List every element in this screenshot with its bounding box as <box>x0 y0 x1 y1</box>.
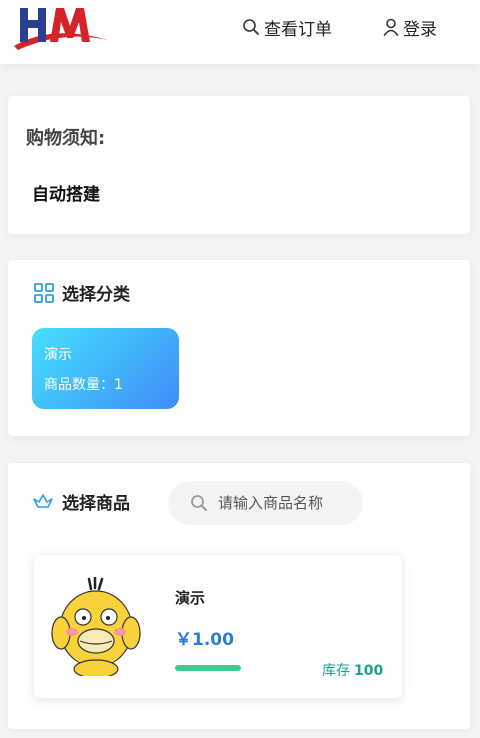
stock-label: 库存 <box>322 663 350 679</box>
product-card[interactable]: 演示 ￥1.00 库存 100 <box>34 555 402 698</box>
search-icon <box>191 495 207 511</box>
logo-swoosh <box>14 33 108 50</box>
crown-icon <box>33 493 53 508</box>
shopping-notice-card: 购物须知: 自动搭建 <box>8 96 470 234</box>
category-section: 选择分类 演示 商品数量：1 <box>8 260 470 436</box>
user-icon <box>383 18 399 36</box>
product-price: ￥1.00 <box>175 630 234 650</box>
product-search-box[interactable] <box>168 481 363 525</box>
logo-letter-m <box>50 8 90 42</box>
product-name: 演示 <box>175 589 206 607</box>
top-header: 查看订单 登录 <box>0 0 480 64</box>
product-section-header: 选择商品 <box>32 489 130 514</box>
view-orders-link[interactable]: 查看订单 <box>242 15 332 40</box>
login-link[interactable]: 登录 <box>383 15 437 40</box>
category-count: 商品数量：1 <box>44 377 123 393</box>
stock-value: 100 <box>354 663 384 679</box>
site-logo[interactable] <box>12 2 112 54</box>
search-icon <box>243 19 259 35</box>
category-item[interactable]: 演示 商品数量：1 <box>32 328 179 409</box>
product-image <box>47 577 145 676</box>
stock-progress-bar <box>175 665 241 671</box>
category-name: 演示 <box>44 347 72 363</box>
product-stock: 库存 100 <box>322 660 383 680</box>
grid-icon <box>34 282 54 303</box>
view-orders-label: 查看订单 <box>264 19 332 40</box>
duck-illustration <box>47 577 145 676</box>
logo-letter-h <box>20 8 46 42</box>
notice-text: 自动搭建 <box>32 185 100 205</box>
product-search-input[interactable] <box>218 494 358 512</box>
login-label: 登录 <box>403 19 437 40</box>
stock-progress-fill <box>175 665 241 671</box>
product-section: 选择商品 请输入商品名称 演示 ￥1.00 库存 100 <box>8 463 470 729</box>
category-section-title: 选择分类 <box>62 285 130 305</box>
product-section-title: 选择商品 <box>62 494 130 514</box>
notice-title: 购物须知: <box>26 128 106 149</box>
category-section-header: 选择分类 <box>34 280 130 305</box>
